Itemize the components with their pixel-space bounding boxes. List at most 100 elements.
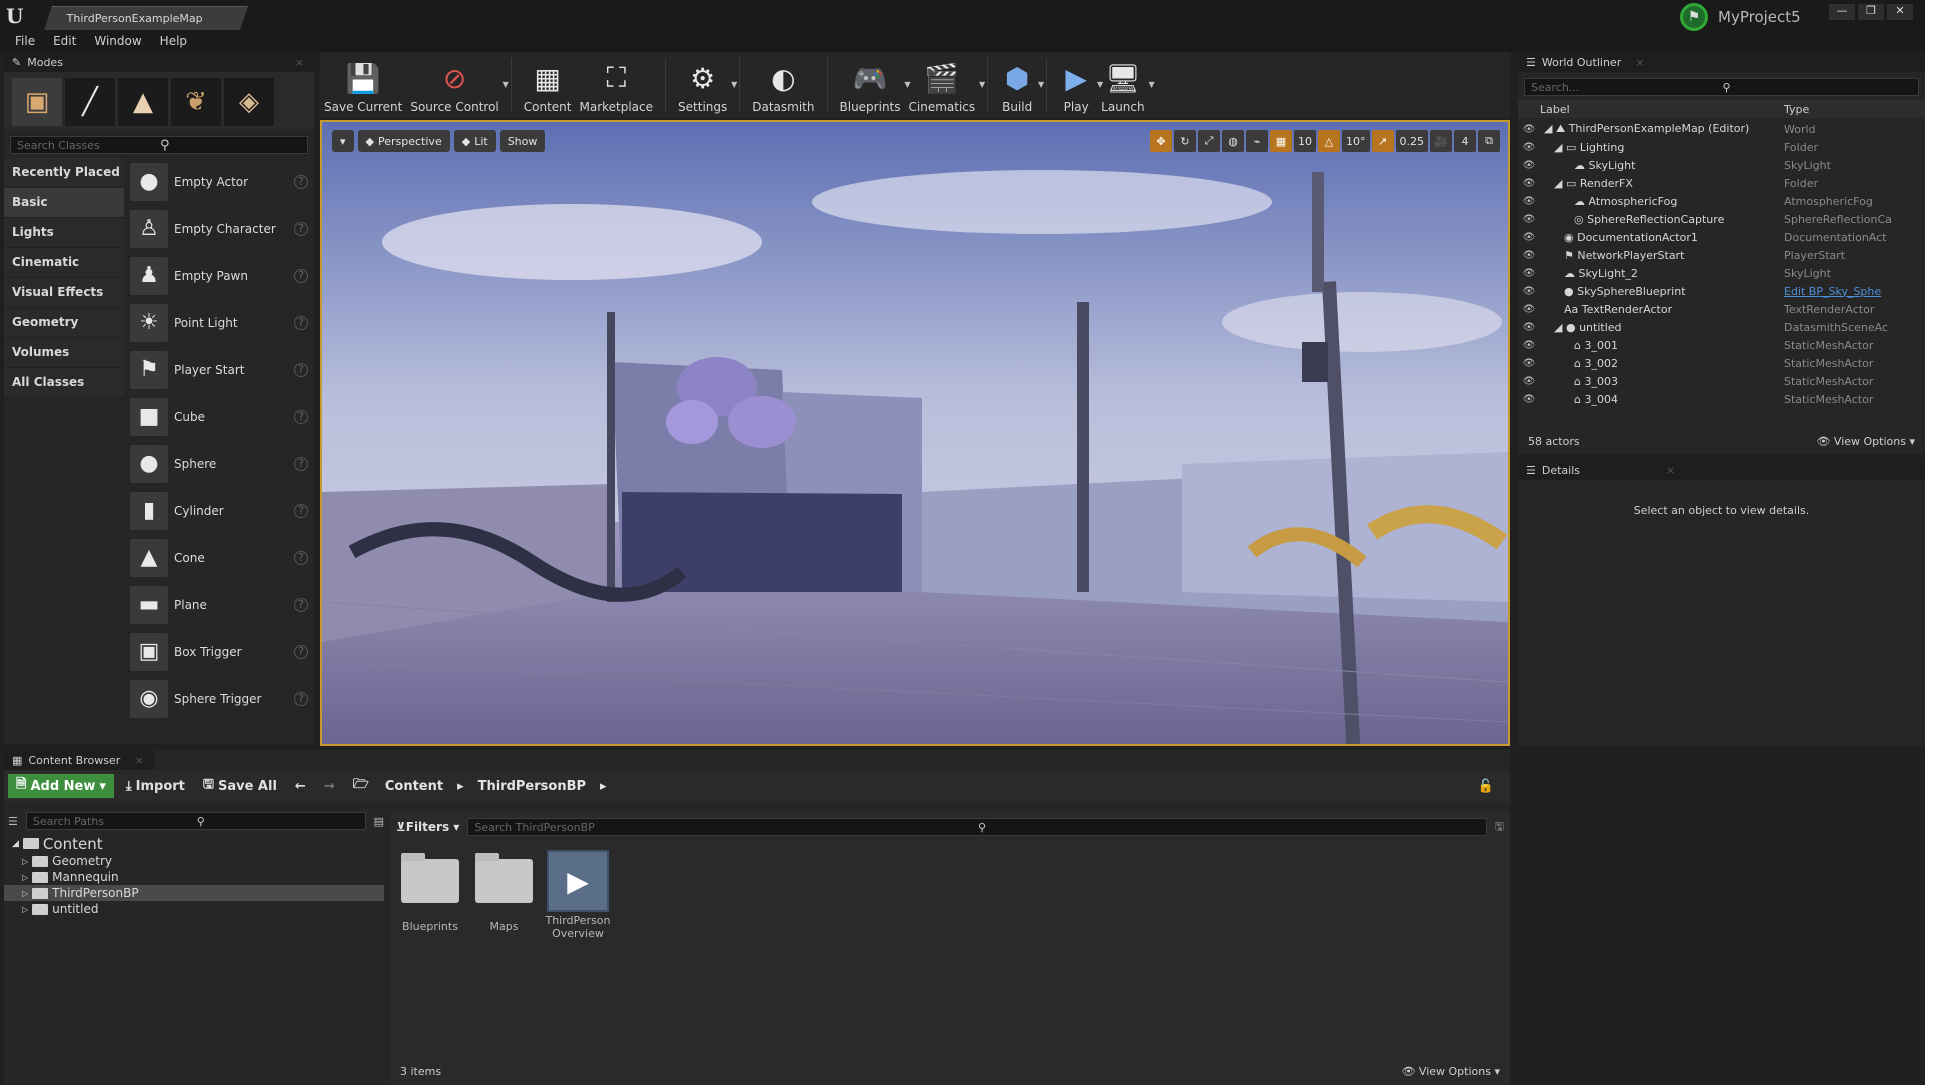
lock-icon[interactable]: 🔓 <box>1472 776 1500 797</box>
tree-root-content[interactable]: ◢ Content <box>4 834 384 853</box>
asset-tile[interactable]: Blueprints <box>398 850 462 940</box>
asset-search-field[interactable]: Search ThirdPersonBP ⚲ <box>467 818 1487 836</box>
eye-icon[interactable]: 👁 <box>1518 286 1540 297</box>
outliner-row[interactable]: 👁 ◢ ⛰ ThirdPersonExampleMap (Editor) World <box>1518 120 1925 138</box>
eye-icon[interactable]: 👁 <box>1518 250 1540 261</box>
place-item[interactable]: ⚑ Player Start? <box>130 346 314 393</box>
scale-icon[interactable]: ⤢ <box>1198 130 1220 152</box>
details-tab[interactable]: ☰ Details × <box>1518 460 1925 480</box>
filters-button[interactable]: ⊻Filters ▾ <box>396 820 459 834</box>
launch-button[interactable]: 🖥 Launch ▼ <box>1097 52 1154 118</box>
search-paths-field[interactable]: Search Paths ⚲ <box>25 812 366 830</box>
eye-icon[interactable]: 👁 <box>1518 142 1540 153</box>
back-button[interactable]: ← <box>289 776 312 797</box>
outliner-row[interactable]: 👁 ● SkySphereBlueprint Edit BP_Sky_Sphe <box>1518 282 1925 300</box>
outliner-row[interactable]: 👁 ◎ SphereReflectionCapture SphereReflecti… <box>1518 210 1925 228</box>
eye-icon[interactable]: 👁 <box>1518 340 1540 351</box>
outliner-row[interactable]: 👁 ☁ AtmosphericFog AtmosphericFog <box>1518 192 1925 210</box>
help-icon[interactable]: ? <box>294 268 308 283</box>
build-button[interactable]: ⬢ Build ▼ <box>996 52 1044 118</box>
asset-tile[interactable]: Maps <box>472 850 536 940</box>
camera-speed-value[interactable]: 4 <box>1454 130 1476 152</box>
perspective-button[interactable]: ◆ Perspective <box>357 130 450 152</box>
modes-tab[interactable]: ✎ Modes × <box>4 52 314 72</box>
viewport-menu-button[interactable]: ▾ <box>332 130 354 152</box>
search-classes-field[interactable]: Search Classes ⚲ <box>10 136 308 154</box>
outliner-row[interactable]: 👁 ⌂ 3_003 StaticMeshActor <box>1518 372 1925 390</box>
help-icon[interactable]: ? <box>294 644 308 659</box>
close-tab-icon[interactable]: × <box>1635 56 1644 69</box>
help-icon[interactable]: ? <box>294 691 308 706</box>
rotation-snap-value[interactable]: 10° <box>1342 130 1370 152</box>
save-all-button[interactable]: 🖫 Save All <box>197 772 283 800</box>
expand-arrow-icon[interactable]: ▷ <box>22 905 28 914</box>
paint-mode-icon[interactable]: ╱ <box>65 78 115 126</box>
outliner-search-field[interactable]: Search... ⚲ <box>1524 78 1919 96</box>
outliner-row[interactable]: 👁 Aa TextRenderActor TextRenderActor <box>1518 300 1925 318</box>
expand-arrow-icon[interactable]: ▷ <box>22 889 28 898</box>
category-basic[interactable]: Basic <box>4 188 124 218</box>
rotate-icon[interactable]: ↻ <box>1174 130 1196 152</box>
help-icon[interactable]: ? <box>294 315 308 330</box>
world-local-icon[interactable]: ◍ <box>1222 130 1244 152</box>
world-outliner-tab[interactable]: ☰ World Outliner × <box>1518 52 1925 72</box>
level-tab[interactable]: ThirdPersonExampleMap <box>44 6 248 30</box>
outliner-row[interactable]: 👁 ◢ ● untitled DatasmithSceneAc <box>1518 318 1925 336</box>
menu-file[interactable]: File <box>6 32 44 52</box>
eye-icon[interactable]: 👁 <box>1518 304 1540 315</box>
help-icon[interactable]: ? <box>294 362 308 377</box>
close-tab-icon[interactable]: × <box>295 56 304 69</box>
place-item[interactable]: ▲ Cone? <box>130 534 314 581</box>
help-icon[interactable]: ? <box>294 503 308 518</box>
place-item[interactable]: ▬ Plane? <box>130 581 314 628</box>
type-column-header[interactable]: Type <box>1784 103 1809 116</box>
outliner-row[interactable]: 👁 ☁ SkyLight_2 SkyLight <box>1518 264 1925 282</box>
expand-arrow-icon[interactable]: ◢ <box>12 839 19 849</box>
eye-icon[interactable]: 👁 <box>1518 214 1540 225</box>
lit-button[interactable]: ◆ Lit <box>453 130 496 152</box>
help-icon[interactable]: ? <box>294 221 308 236</box>
tree-item-thirdpersonbp[interactable]: ▷ ThirdPersonBP <box>4 885 384 901</box>
datasmith-button[interactable]: ◐ Datasmith <box>748 52 818 118</box>
outliner-row[interactable]: 👁 ◢ ▭ Lighting Folder <box>1518 138 1925 156</box>
foliage-mode-icon[interactable]: ❦ <box>171 78 221 126</box>
breadcrumb-thirdpersonbp[interactable]: ThirdPersonBP <box>474 776 590 797</box>
place-item[interactable]: ♙ Empty Character? <box>130 205 314 252</box>
help-icon[interactable]: ? <box>294 456 308 471</box>
folder-icon[interactable]: 🗁 <box>347 772 375 800</box>
play-button[interactable]: ▶ Play ▼ <box>1055 52 1104 118</box>
close-tab-icon[interactable]: × <box>135 754 144 767</box>
place-item[interactable]: ♟ Empty Pawn? <box>130 252 314 299</box>
rotation-snap-icon[interactable]: △ <box>1318 130 1340 152</box>
category-cinematic[interactable]: Cinematic <box>4 248 124 278</box>
category-volumes[interactable]: Volumes <box>4 338 124 368</box>
path-view-options-icon[interactable]: ▤ <box>374 815 384 828</box>
outliner-row[interactable]: 👁 ⌂ 3_002 StaticMeshActor <box>1518 354 1925 372</box>
eye-icon[interactable]: 👁 <box>1518 160 1540 171</box>
eye-icon[interactable]: 👁 <box>1518 376 1540 387</box>
chevron-down-icon[interactable]: ▼ <box>503 80 509 89</box>
breadcrumb-content[interactable]: Content <box>381 776 447 797</box>
place-item[interactable]: ☀ Point Light? <box>130 299 314 346</box>
camera-speed-icon[interactable]: 🎥 <box>1430 130 1452 152</box>
content-browser-tab[interactable]: ▦ Content Browser × <box>4 750 154 770</box>
eye-icon[interactable]: 👁 <box>1518 196 1540 207</box>
scale-snap-value[interactable]: 0.25 <box>1395 130 1428 152</box>
tree-item-untitled[interactable]: ▷ untitled <box>4 901 384 917</box>
asset-tile[interactable]: ▶ ThirdPerson Overview <box>545 850 611 940</box>
eye-icon[interactable]: 👁 <box>1518 178 1540 189</box>
level-viewport[interactable]: ▾ ◆ Perspective ◆ Lit Show ✥ ↻ ⤢ ◍ ⌁ ▦ 10 … <box>320 120 1510 746</box>
settings-button[interactable]: ⚙ Settings ▼ <box>674 52 737 118</box>
content-button[interactable]: ▦ Content <box>520 52 576 118</box>
eye-icon[interactable]: 👁 <box>1518 232 1540 243</box>
blueprints-button[interactable]: 🎮 Blueprints ▼ <box>836 52 911 118</box>
grid-snap-value[interactable]: 10 <box>1294 130 1316 152</box>
geometry-mode-icon[interactable]: ◈ <box>224 78 274 126</box>
eye-icon[interactable]: 👁 <box>1518 322 1540 333</box>
save-search-icon[interactable]: 🖫 <box>1495 818 1504 837</box>
menu-window[interactable]: Window <box>85 32 150 52</box>
import-button[interactable]: ⤓ Import <box>120 776 191 797</box>
expand-arrow-icon[interactable]: ▷ <box>22 857 28 866</box>
minimize-button[interactable]: — <box>1829 4 1855 20</box>
sources-toggle-icon[interactable]: ☰ <box>8 815 18 828</box>
